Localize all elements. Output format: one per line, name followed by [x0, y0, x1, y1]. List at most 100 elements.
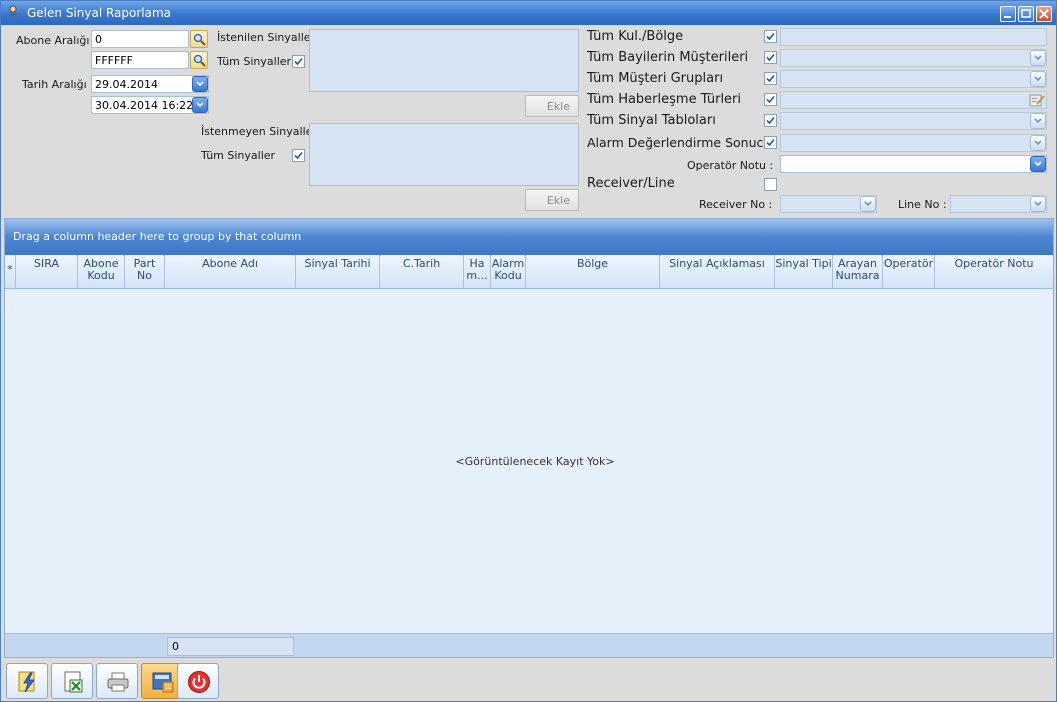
column-header-abone-adi-line1: Abone Adı — [202, 257, 258, 270]
signal-grid[interactable]: Drag a column header here to group by th… — [4, 218, 1054, 658]
abone-to-input[interactable]: FFFFFF — [91, 51, 189, 69]
istenilen-tum-sinyaller-label: Tüm Sinyaller — [217, 55, 292, 68]
operator-notu-dropdown[interactable] — [780, 155, 1047, 173]
record-count: 0 — [167, 637, 294, 656]
window-title: Gelen Sinyal Raporlama — [27, 6, 172, 20]
abone-from-input[interactable]: 0 — [91, 30, 189, 48]
istenilen-sinyaller-list[interactable] — [309, 29, 579, 92]
checkmark-icon — [766, 95, 775, 104]
column-header-abone-kodu[interactable]: Abone Kodu — [78, 255, 125, 289]
bayi-musterileri-checkbox[interactable] — [764, 51, 777, 64]
sinyal-tablolari-dropdown-button[interactable] — [1030, 113, 1046, 129]
kul-bolge-checkbox[interactable] — [764, 30, 777, 43]
tarih-to-dropdown-button[interactable] — [192, 97, 208, 113]
filter-label-bayi-musterileri: Tüm Bayilerin Müşterileri — [587, 50, 749, 65]
column-header-sinyal-tarihi[interactable]: Sinyal Tarihi — [296, 255, 380, 289]
abone-from-lookup-button[interactable] — [190, 30, 208, 48]
column-header-sinyal-aciklamasi[interactable]: Sinyal Açıklaması — [660, 255, 775, 289]
tarih-araligi-label: Tarih Aralığı : — [22, 78, 94, 91]
chevron-down-icon — [196, 102, 204, 108]
istenilen-sinyaller-label: İstenilen Sinyaller: — [217, 31, 319, 44]
column-header-bolge[interactable]: Bölge — [526, 255, 660, 289]
kul-bolge-field[interactable] — [780, 28, 1047, 46]
maximize-button[interactable] — [1018, 6, 1034, 22]
column-header-operator-notu[interactable]: Operatör Notu — [935, 255, 1053, 289]
column-header-c-tarih[interactable]: C.Tarih — [380, 255, 464, 289]
receiver-no-label: Receiver No : — [699, 198, 773, 211]
group-by-panel[interactable]: Drag a column header here to group by th… — [5, 219, 1053, 255]
receiver-line-checkbox[interactable] — [764, 178, 777, 191]
column-header-sinyal-tarihi-line1: Sinyal Tarihi — [304, 257, 371, 270]
filter-label-alarm-degerlendirme: Alarm Değerlendirme Sonucu — [587, 135, 772, 150]
musteri-gruplari-checkbox[interactable] — [764, 72, 777, 85]
receiver-no-dropdown-button[interactable] — [860, 196, 876, 212]
column-header-alarm-kodu[interactable]: Alarm Kodu — [491, 255, 526, 289]
edit-list-icon — [1029, 94, 1045, 107]
minimize-button[interactable] — [1000, 6, 1016, 22]
column-header-abone-adi[interactable]: Abone Adı — [165, 255, 296, 289]
run-report-button[interactable] — [6, 663, 48, 699]
chevron-down-icon — [1034, 140, 1042, 146]
checkmark-icon — [766, 138, 775, 147]
istenilen-ekle-button[interactable]: Ekle — [525, 95, 579, 117]
checkmark-icon — [766, 116, 775, 125]
chevron-down-icon — [864, 201, 872, 207]
musteri-gruplari-dropdown-button[interactable] — [1030, 71, 1046, 87]
column-header-operator-notu-line1: Operatör Notu — [954, 257, 1034, 270]
power-exit-icon — [188, 671, 210, 693]
operator-notu-dropdown-button[interactable] — [1030, 156, 1046, 172]
column-header-part-no[interactable]: Part No — [125, 255, 165, 289]
musteri-gruplari-dropdown[interactable] — [780, 70, 1047, 88]
column-header-arayan-numara[interactable]: Arayan Numara — [833, 255, 883, 289]
alarm-degerlendirme-checkbox[interactable] — [764, 136, 777, 149]
app-icon — [9, 5, 17, 18]
istenilen-tum-sinyaller-checkbox[interactable] — [292, 55, 305, 68]
empty-grid-message: <Görüntülenecek Kayıt Yok> — [455, 455, 615, 468]
search-icon — [193, 54, 206, 67]
abone-to-lookup-button[interactable] — [190, 51, 208, 69]
haberlesme-edit-button[interactable] — [1029, 92, 1046, 108]
line-no-dropdown-button[interactable] — [1030, 196, 1046, 212]
chevron-down-icon — [196, 81, 204, 87]
grid-footer-row: 0 — [5, 633, 1053, 657]
istenmeyen-tum-sinyaller-label: Tüm Sinyaller — [201, 149, 276, 162]
bayi-musterileri-dropdown[interactable] — [780, 49, 1047, 67]
filter-label-musteri-gruplari: Tüm Müşteri Grupları — [587, 71, 724, 86]
column-header-bolge-line1: Bölge — [576, 257, 609, 270]
haberlesme-turleri-field[interactable] — [780, 91, 1047, 109]
column-header-sira-line1: SIRA — [34, 257, 59, 270]
checkmark-icon — [766, 32, 775, 41]
column-header-sira[interactable]: SIRA — [16, 255, 78, 289]
export-excel-button[interactable] — [51, 663, 93, 699]
sinyal-tablolari-dropdown[interactable] — [780, 112, 1047, 130]
print-button[interactable] — [96, 663, 138, 699]
alarm-degerlendirme-dropdown[interactable] — [780, 134, 1047, 152]
exit-button[interactable] — [177, 663, 219, 699]
sinyal-tablolari-checkbox[interactable] — [764, 114, 777, 127]
tarih-from-dropdown-button[interactable] — [192, 76, 208, 92]
istenmeyen-ekle-button[interactable]: Ekle — [525, 189, 579, 211]
close-button[interactable] — [1036, 6, 1052, 22]
column-header-ham[interactable]: Ha m... — [464, 255, 491, 289]
column-header-operator-line1: Operatör — [883, 257, 934, 270]
excel-export-icon — [64, 671, 83, 693]
column-header-sinyal-tipi[interactable]: Sinyal Tipi — [775, 255, 833, 289]
column-header-ham-line2: m... — [466, 269, 488, 282]
filter-label-haberlesme-turleri: Tüm Haberleşme Türleri — [587, 92, 742, 107]
title-bar: Gelen Sinyal Raporlama — [1, 1, 1056, 25]
checkmark-icon — [766, 53, 775, 62]
group-by-hint: Drag a column header here to group by th… — [13, 230, 302, 243]
istenmeyen-tum-sinyaller-checkbox[interactable] — [292, 149, 305, 162]
checkmark-icon — [766, 74, 775, 83]
bayi-musterileri-dropdown-button[interactable] — [1030, 50, 1046, 66]
column-header-operator[interactable]: Operatör — [883, 255, 935, 289]
line-no-label: Line No : — [898, 198, 947, 211]
column-header-sinyal-tipi-line1: Sinyal Tipi — [775, 257, 832, 270]
istenmeyen-sinyaller-list[interactable] — [309, 123, 579, 186]
alarm-degerlendirme-dropdown-button[interactable] — [1030, 135, 1046, 151]
haberlesme-turleri-checkbox[interactable] — [764, 93, 777, 106]
lightning-report-icon — [18, 671, 35, 693]
filter-label-kul-bolge: Tüm Kul./Bölge — [587, 29, 684, 44]
grid-header-row: * SIRA Abone Kodu Part No Abone Adı Sinyal… — [5, 255, 1053, 289]
column-header-alarm-kodu-line2: Kodu — [494, 269, 522, 282]
